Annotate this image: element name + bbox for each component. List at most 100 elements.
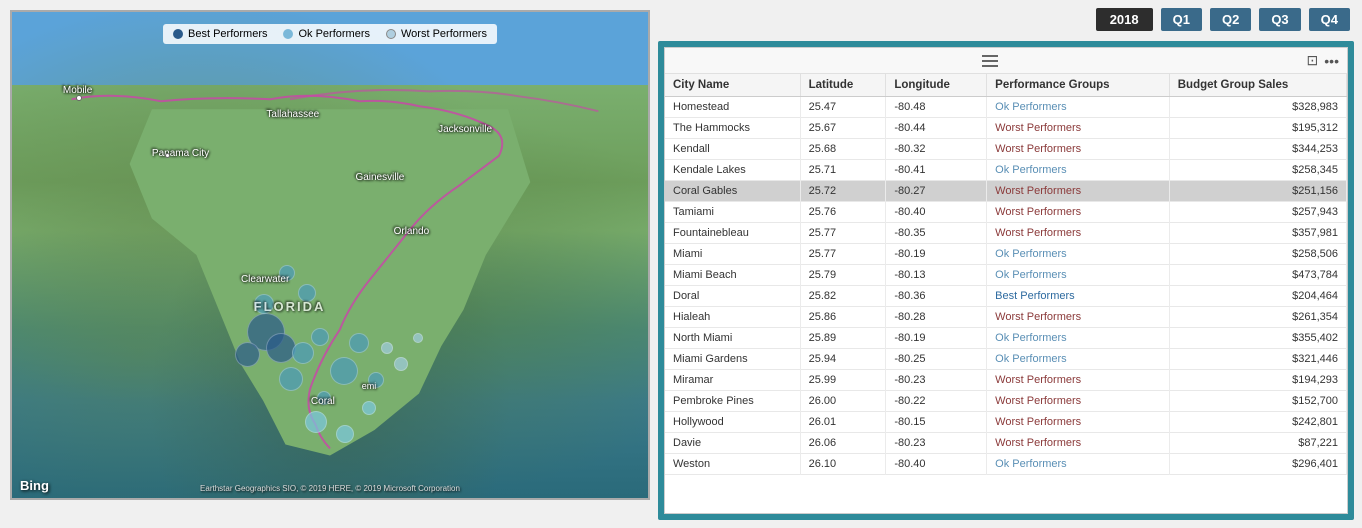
- cell-city: Kendale Lakes: [665, 160, 800, 181]
- table-row[interactable]: Miami 25.77 -80.19 Ok Performers $258,50…: [665, 244, 1347, 265]
- legend-best: Best Performers: [173, 28, 267, 40]
- table-row[interactable]: Doral 25.82 -80.36 Best Performers $204,…: [665, 286, 1347, 307]
- table-row[interactable]: Pembroke Pines 26.00 -80.22 Worst Perfor…: [665, 391, 1347, 412]
- table-header-row: City Name Latitude Longitude Performance…: [665, 74, 1347, 97]
- legend-label-best: Best Performers: [188, 28, 267, 40]
- legend-dot-ok: [283, 29, 293, 39]
- cell-group: Worst Performers: [987, 223, 1170, 244]
- q4-button[interactable]: Q4: [1309, 8, 1350, 31]
- cell-sales: $87,221: [1169, 433, 1346, 454]
- cell-lat: 25.72: [800, 181, 886, 202]
- table-row[interactable]: Kendale Lakes 25.71 -80.41 Ok Performers…: [665, 160, 1347, 181]
- map-container[interactable]: Best Performers Ok Performers Worst Perf…: [10, 10, 650, 500]
- cell-sales: $355,402: [1169, 328, 1346, 349]
- table-row[interactable]: Hollywood 26.01 -80.15 Worst Performers …: [665, 412, 1347, 433]
- cell-group: Ok Performers: [987, 97, 1170, 118]
- cell-lat: 25.71: [800, 160, 886, 181]
- cell-city: Hollywood: [665, 412, 800, 433]
- table-row[interactable]: Tamiami 25.76 -80.40 Worst Performers $2…: [665, 202, 1347, 223]
- bubble-ok-8: [254, 294, 274, 314]
- cell-lon: -80.41: [886, 160, 987, 181]
- bubble-ok-2: [311, 328, 329, 346]
- bubble-ok-3: [330, 357, 358, 385]
- city-dot-panama: [165, 153, 170, 158]
- cell-lon: -80.28: [886, 307, 987, 328]
- cell-sales: $473,784: [1169, 265, 1346, 286]
- cell-city: Miami Beach: [665, 265, 800, 286]
- table-row[interactable]: Weston 26.10 -80.40 Ok Performers $296,4…: [665, 454, 1347, 475]
- cell-lon: -80.23: [886, 433, 987, 454]
- cell-group: Worst Performers: [987, 202, 1170, 223]
- cell-lat: 25.77: [800, 244, 886, 265]
- cell-city: Pembroke Pines: [665, 391, 800, 412]
- toolbar-center: [982, 55, 998, 67]
- cell-group: Ok Performers: [987, 328, 1170, 349]
- cell-group: Worst Performers: [987, 307, 1170, 328]
- cell-lat: 25.94: [800, 349, 886, 370]
- col-group: Performance Groups: [987, 74, 1170, 97]
- cell-sales: $261,354: [1169, 307, 1346, 328]
- cell-sales: $204,464: [1169, 286, 1346, 307]
- map-copyright: Earthstar Geographics SIO, © 2019 HERE, …: [200, 484, 460, 493]
- cell-lon: -80.15: [886, 412, 987, 433]
- cell-lat: 25.89: [800, 328, 886, 349]
- q2-button[interactable]: Q2: [1210, 8, 1251, 31]
- col-sales: Budget Group Sales: [1169, 74, 1346, 97]
- cell-sales: $242,801: [1169, 412, 1346, 433]
- toolbar-line-2: [982, 60, 998, 62]
- table-row[interactable]: Fountainebleau 25.77 -80.35 Worst Perfor…: [665, 223, 1347, 244]
- bubble-ok-12: [305, 411, 327, 433]
- cell-lon: -80.27: [886, 181, 987, 202]
- cell-group: Ok Performers: [987, 160, 1170, 181]
- year-badge: 2018: [1096, 8, 1153, 31]
- table-row[interactable]: Miami Gardens 25.94 -80.25 Ok Performers…: [665, 349, 1347, 370]
- table-row[interactable]: Kendall 25.68 -80.32 Worst Performers $3…: [665, 139, 1347, 160]
- city-dot-mobile: [76, 95, 82, 101]
- cell-city: Doral: [665, 286, 800, 307]
- bubble-ok-11: [362, 401, 376, 415]
- table-row[interactable]: Hialeah 25.86 -80.28 Worst Performers $2…: [665, 307, 1347, 328]
- cell-group: Best Performers: [987, 286, 1170, 307]
- cell-sales: $357,981: [1169, 223, 1346, 244]
- cell-sales: $321,446: [1169, 349, 1346, 370]
- cell-sales: $258,506: [1169, 244, 1346, 265]
- cell-sales: $251,156: [1169, 181, 1346, 202]
- q1-button[interactable]: Q1: [1161, 8, 1202, 31]
- toolbar-line-1: [982, 55, 998, 57]
- cell-group: Worst Performers: [987, 412, 1170, 433]
- cell-city: Miramar: [665, 370, 800, 391]
- cell-sales: $344,253: [1169, 139, 1346, 160]
- table-row[interactable]: North Miami 25.89 -80.19 Ok Performers $…: [665, 328, 1347, 349]
- q3-button[interactable]: Q3: [1259, 8, 1300, 31]
- table-row[interactable]: Miramar 25.99 -80.23 Worst Performers $1…: [665, 370, 1347, 391]
- hamburger-icon: [982, 55, 998, 67]
- cell-lat: 26.06: [800, 433, 886, 454]
- bubble-best-3: [235, 342, 260, 367]
- table-row[interactable]: Homestead 25.47 -80.48 Ok Performers $32…: [665, 97, 1347, 118]
- table-toolbar: ⊡ •••: [665, 48, 1347, 74]
- col-city: City Name: [665, 74, 800, 97]
- table-outer: ⊡ ••• City Name Latitude Longitude Perfo…: [658, 41, 1354, 520]
- table-row[interactable]: Miami Beach 25.79 -80.13 Ok Performers $…: [665, 265, 1347, 286]
- table-scroll[interactable]: City Name Latitude Longitude Performance…: [665, 74, 1347, 513]
- cell-city: Miami Gardens: [665, 349, 800, 370]
- cell-lon: -80.19: [886, 328, 987, 349]
- cell-group: Worst Performers: [987, 391, 1170, 412]
- bing-logo: Bing: [20, 478, 49, 493]
- expand-icon[interactable]: ⊡: [1307, 52, 1319, 69]
- cell-lat: 25.99: [800, 370, 886, 391]
- legend-label-worst: Worst Performers: [401, 28, 487, 40]
- cell-lon: -80.32: [886, 139, 987, 160]
- map-panel: Best Performers Ok Performers Worst Perf…: [0, 0, 650, 528]
- bubble-worst-3: [413, 333, 423, 343]
- table-row[interactable]: Coral Gables 25.72 -80.27 Worst Performe…: [665, 181, 1347, 202]
- cell-group: Ok Performers: [987, 265, 1170, 286]
- legend-ok: Ok Performers: [283, 28, 370, 40]
- cell-lat: 25.82: [800, 286, 886, 307]
- cell-lat: 25.68: [800, 139, 886, 160]
- table-panel: ⊡ ••• City Name Latitude Longitude Perfo…: [664, 47, 1348, 514]
- table-row[interactable]: The Hammocks 25.67 -80.44 Worst Performe…: [665, 118, 1347, 139]
- more-icon[interactable]: •••: [1324, 53, 1339, 69]
- cell-lon: -80.23: [886, 370, 987, 391]
- table-row[interactable]: Davie 26.06 -80.23 Worst Performers $87,…: [665, 433, 1347, 454]
